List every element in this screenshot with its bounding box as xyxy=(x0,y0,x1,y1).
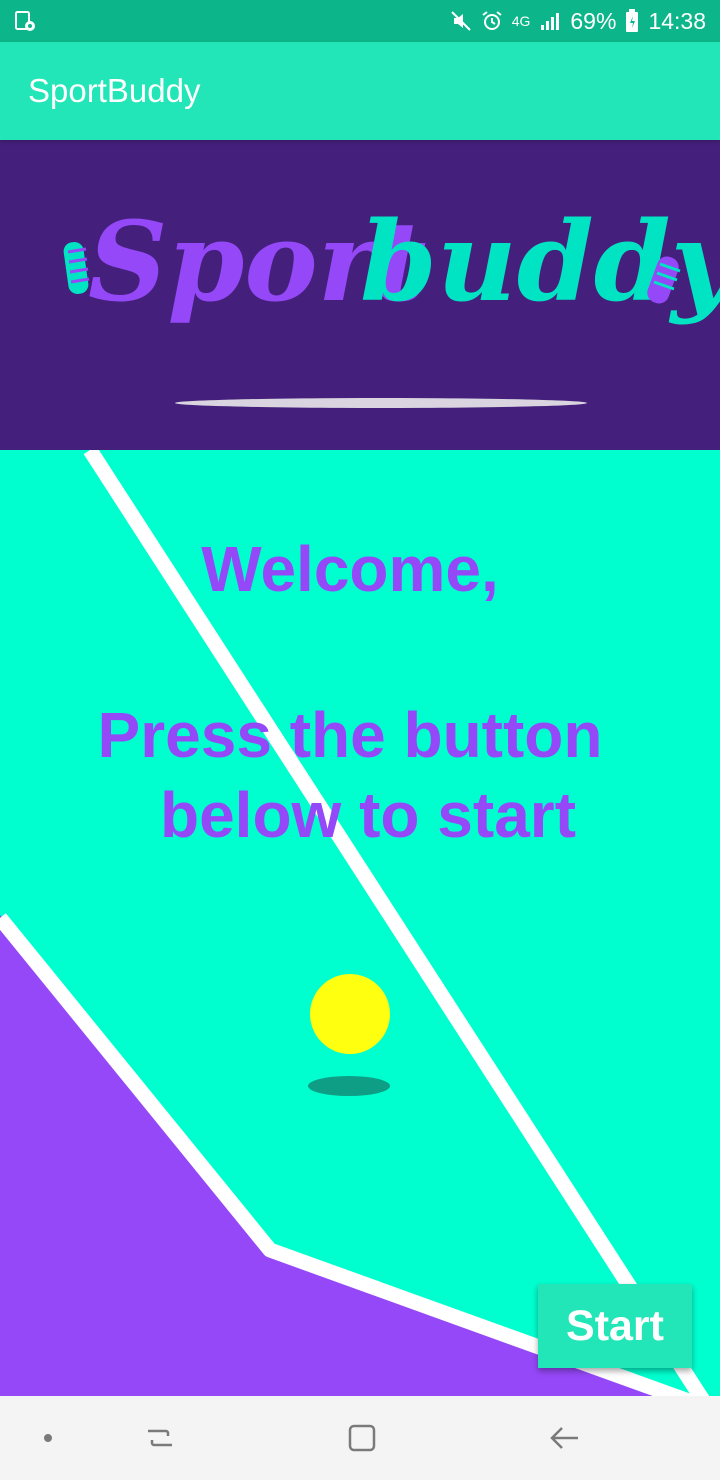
handle-left-icon xyxy=(63,242,90,294)
status-bar: 4G 69% 14:38 xyxy=(0,0,720,42)
logo-banner: Sport buddy xyxy=(0,140,720,450)
home-icon[interactable] xyxy=(342,1418,382,1458)
app-bar: SportBuddy xyxy=(0,42,720,140)
start-button[interactable]: Start xyxy=(538,1284,692,1368)
welcome-heading: Welcome, xyxy=(201,533,499,605)
court-illustration: Welcome, Press the button below to start… xyxy=(0,450,720,1396)
app-title: SportBuddy xyxy=(28,72,201,109)
signal-icon xyxy=(539,10,561,32)
back-icon[interactable] xyxy=(544,1418,584,1458)
sportbuddy-logo: Sport buddy xyxy=(63,197,720,408)
navigation-bar xyxy=(0,1396,720,1480)
instruction-line-1: Press the button xyxy=(97,699,603,771)
recent-apps-icon[interactable] xyxy=(140,1418,180,1458)
tennis-ball-icon xyxy=(310,974,390,1054)
instruction-line-2: below to start xyxy=(159,779,577,851)
clock: 14:38 xyxy=(648,7,706,34)
instruction-text: Press the button below to start xyxy=(0,695,700,855)
screen-record-icon xyxy=(14,10,36,32)
dot-icon[interactable] xyxy=(28,1418,68,1458)
start-button-label: Start xyxy=(566,1301,664,1350)
battery-icon xyxy=(625,9,639,33)
logo-shadow xyxy=(175,398,587,408)
ball-shadow xyxy=(308,1076,390,1096)
battery-percent: 69% xyxy=(570,7,617,34)
mute-icon xyxy=(450,10,472,32)
network-type: 4G xyxy=(511,13,531,29)
alarm-icon xyxy=(481,10,503,32)
